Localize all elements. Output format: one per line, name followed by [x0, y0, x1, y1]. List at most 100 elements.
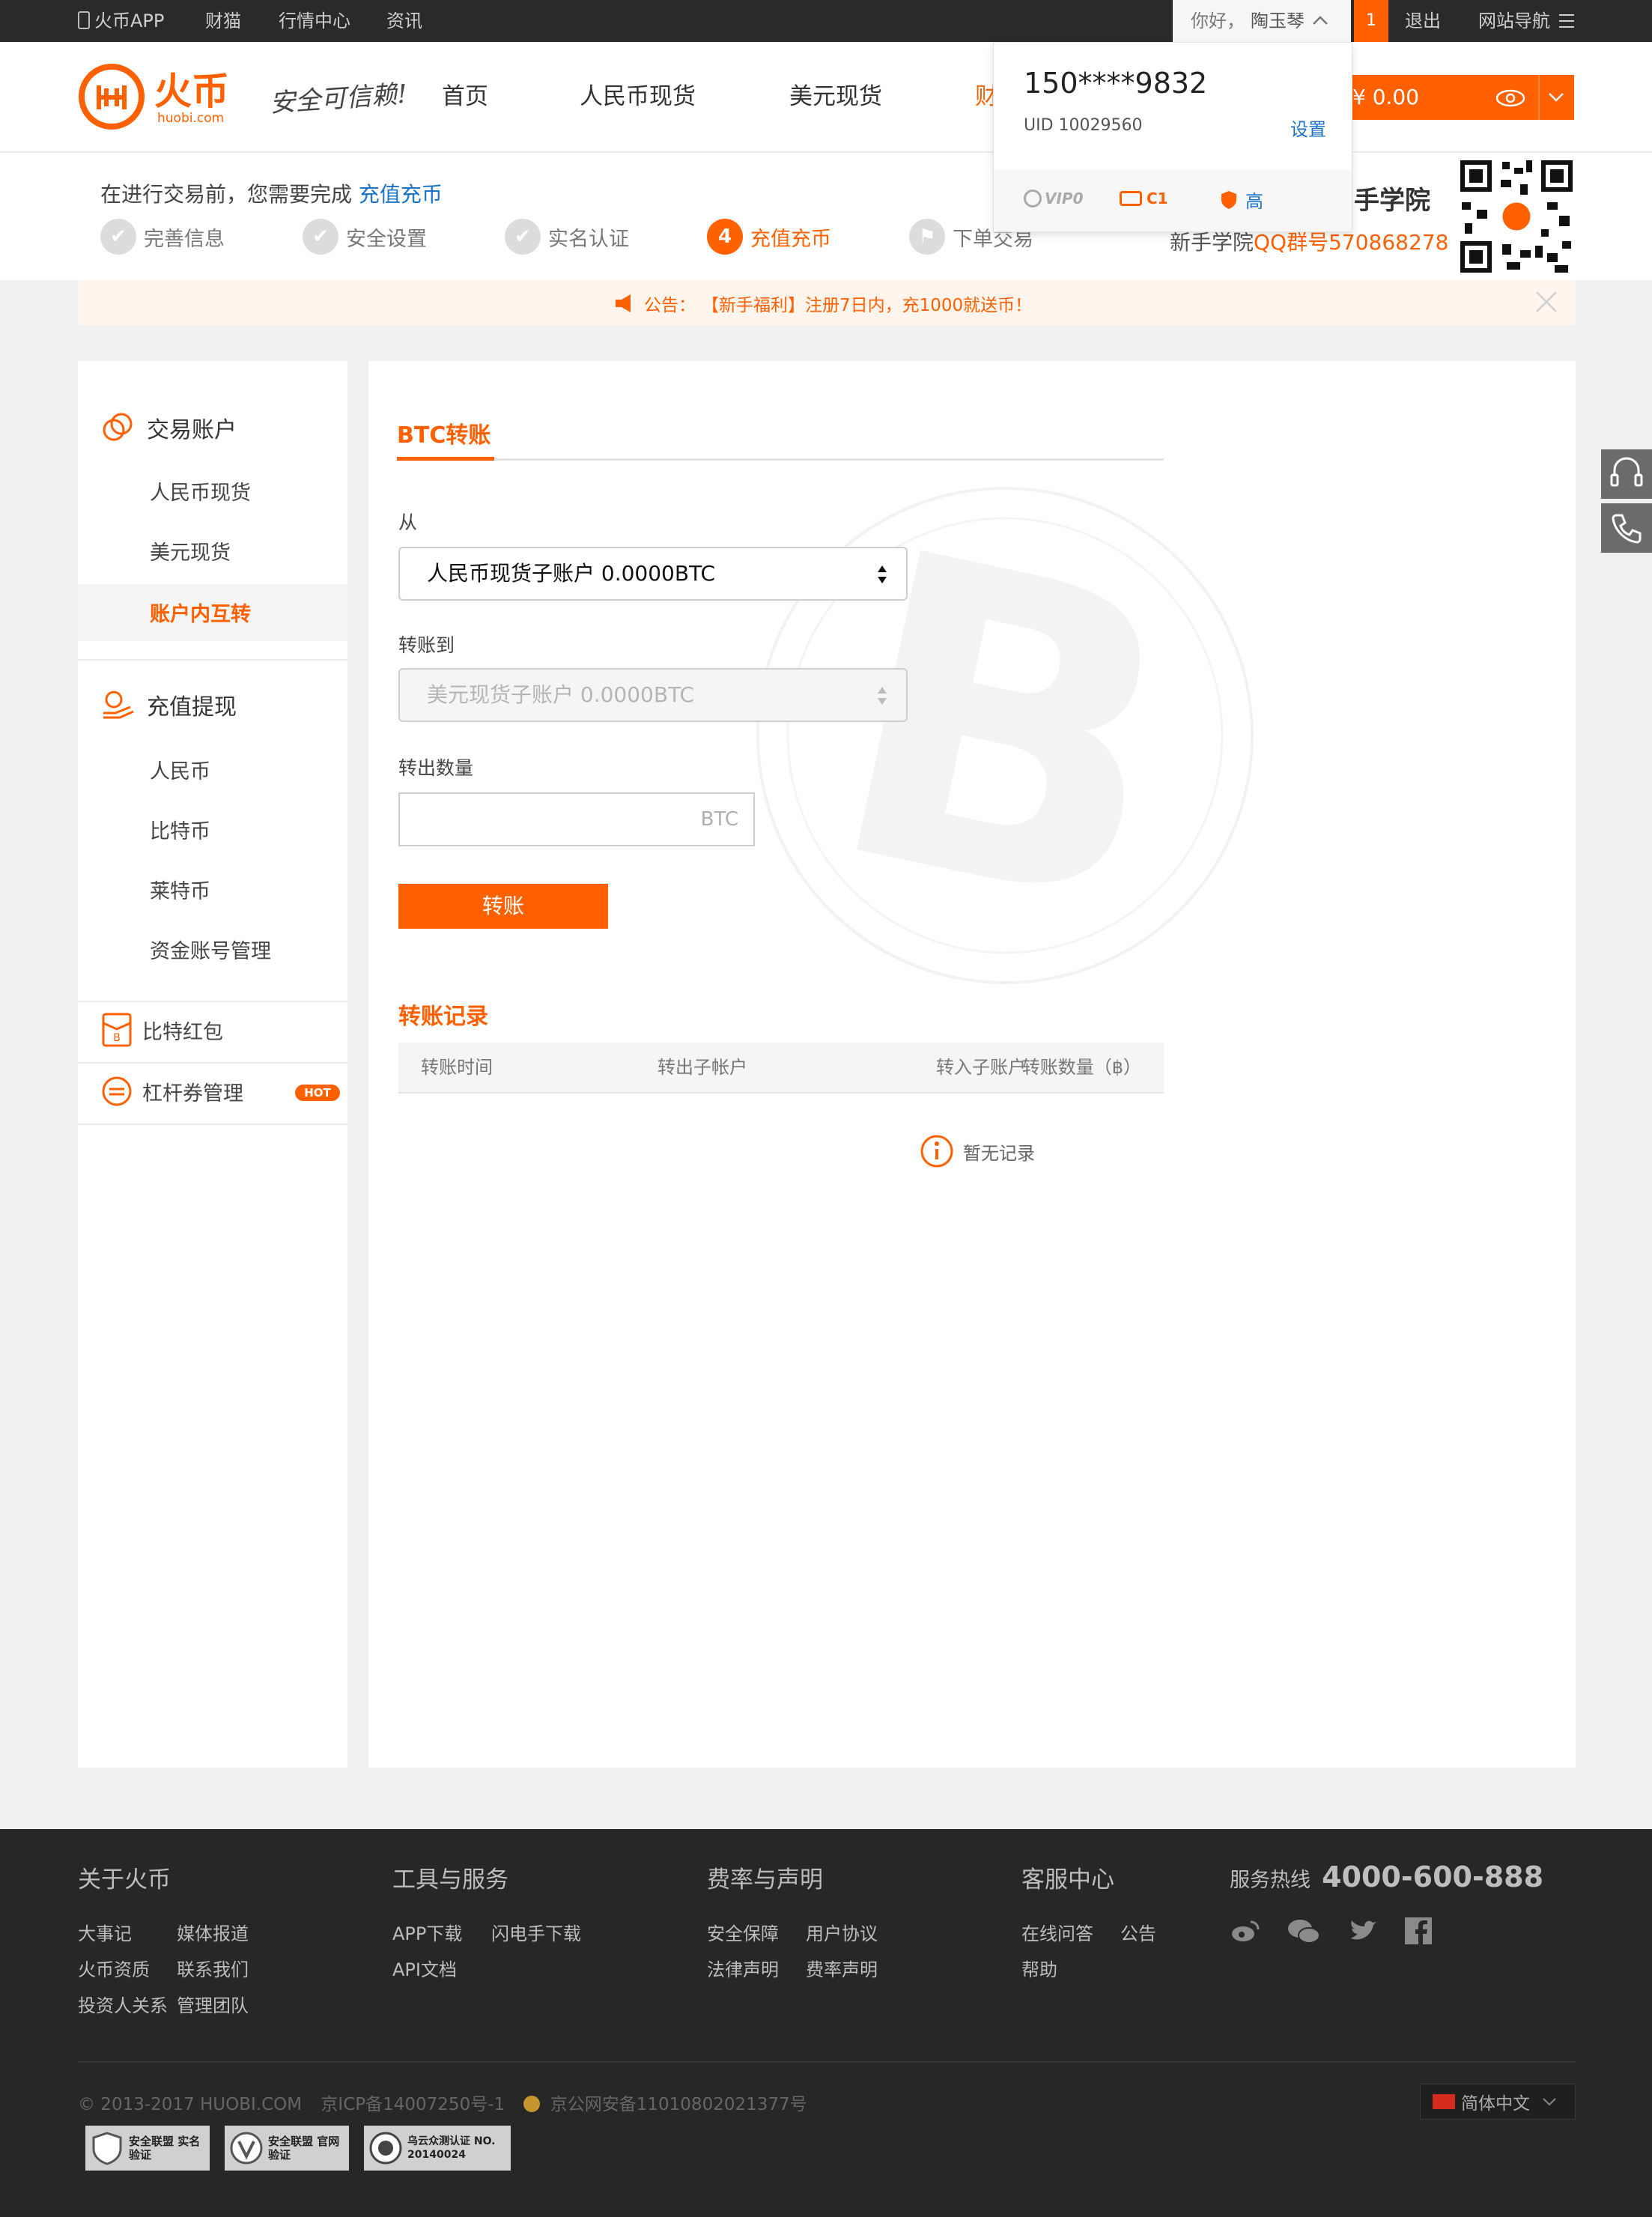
records-title: 转账记录 [398, 1004, 488, 1030]
footer-link[interactable]: 在线问答 [1021, 1919, 1093, 1945]
footer-link[interactable]: 投资人关系 [78, 1991, 168, 2017]
footer-link[interactable]: 用户协议 [806, 1919, 878, 1945]
sidebar-section-deposit: 充值提现 [100, 688, 237, 722]
footer-link[interactable]: 火币资质 [78, 1955, 150, 1981]
logout-link[interactable]: 退出 [1405, 0, 1441, 42]
eye-icon[interactable] [1495, 88, 1526, 108]
phone-call-button[interactable] [1601, 503, 1652, 553]
huobi-logo[interactable] [78, 63, 145, 130]
step-security[interactable]: ✔ 安全设置 [303, 219, 427, 255]
from-account-select[interactable]: 人民币现货子账户 0.0000BTC [398, 547, 908, 601]
footer-link[interactable]: 法律声明 [707, 1955, 779, 1981]
footer-link[interactable]: 帮助 [1021, 1955, 1057, 1981]
balance-value: ¥ 0.00 [1352, 85, 1420, 109]
settings-link[interactable]: 设置 [1290, 115, 1326, 141]
ticket-icon [1120, 191, 1142, 206]
sidebar-item-leverage[interactable]: 杠杆券管理 [100, 1074, 243, 1108]
footer-link[interactable]: 联系我们 [177, 1955, 249, 1981]
shield-icon [1221, 190, 1236, 209]
footer-link[interactable]: 管理团队 [177, 1991, 249, 2017]
to-account-select[interactable]: 美元现货子账户 0.0000BTC [398, 668, 908, 722]
to-account-value: 美元现货子账户 0.0000BTC [427, 682, 695, 707]
footer-link[interactable]: 公告 [1120, 1919, 1156, 1945]
huobi-logo-icon [79, 64, 145, 130]
wechat-icon[interactable] [1287, 1917, 1321, 1944]
nav-cny-spot[interactable]: 人民币现货 [580, 42, 696, 151]
message-count-badge[interactable]: 1 [1354, 0, 1388, 42]
footer-link[interactable]: 媒体报道 [177, 1919, 249, 1945]
sidebar-item-btc[interactable]: 比特币 [150, 815, 210, 844]
hot-badge: HOT [295, 1085, 340, 1101]
security-level[interactable]: 高 [1220, 186, 1263, 213]
footer-heading-about: 关于火币 [78, 1866, 171, 1893]
trust-badge-wooyun[interactable]: 乌云众测认证 NO. 20140024 [364, 2126, 511, 2171]
hint-link[interactable]: 充值充币 [359, 182, 443, 207]
facebook-icon[interactable] [1405, 1917, 1432, 1944]
sidebar-item-red-packet[interactable]: B 比特红包 [100, 1013, 223, 1047]
site-nav-link[interactable]: 网站导航 [1478, 0, 1574, 42]
hotline: 服务热线 4000-600-888 [1230, 1860, 1543, 1893]
column-header: 转账数量（฿） [1021, 1057, 1141, 1078]
close-icon[interactable] [1534, 289, 1559, 315]
sidebar-item-cny[interactable]: 人民币 [150, 755, 210, 784]
step-verification[interactable]: ✔ 实名认证 [505, 219, 629, 255]
phone-call-icon [1612, 514, 1642, 544]
credit-label: C1 [1147, 189, 1168, 207]
academy-title[interactable]: 手学院 [1354, 180, 1430, 216]
trust-badge-realname[interactable]: 安全联盟 实名验证 [85, 2126, 210, 2171]
sidebar-item-ltc[interactable]: 莱特币 [150, 875, 210, 904]
credit-level[interactable]: C1 [1120, 189, 1168, 207]
icp-number[interactable]: 京ICP备14007250号-1 [321, 2095, 505, 2114]
footer-link[interactable]: 大事记 [78, 1919, 132, 1945]
app-link-label: 火币APP [94, 10, 165, 31]
footer-link[interactable]: 安全保障 [707, 1919, 779, 1945]
coupon-icon [102, 1076, 132, 1106]
topbar-link-caimao[interactable]: 财猫 [205, 0, 241, 42]
sidebar-item-internal-transfer[interactable]: 账户内互转 [78, 584, 347, 641]
language-select[interactable]: 简体中文 [1420, 2084, 1576, 2120]
transfer-button[interactable]: 转账 [398, 884, 608, 929]
topbar-link-news[interactable]: 资讯 [386, 0, 422, 42]
trust-badge-official[interactable]: 安全联盟 官网验证 [225, 2126, 349, 2171]
phone-icon [78, 11, 90, 29]
footer-link[interactable]: APP下载 [392, 1919, 462, 1945]
select-arrows-icon [878, 565, 887, 583]
user-phone: 150****9832 [1024, 67, 1208, 100]
flag-icon: ⚑ [909, 219, 945, 255]
user-dropdown: 150****9832 UID 10029560 设置 VIP0 C1 高 [993, 42, 1352, 232]
chevron-down-icon[interactable] [1547, 91, 1565, 103]
onboarding-hint: 在进行交易前，您需要完成 充值充币 [100, 178, 443, 208]
page-title: BTC转账 [397, 422, 491, 449]
nav-usd-spot[interactable]: 美元现货 [789, 42, 882, 151]
check-icon: ✔ [100, 219, 136, 255]
footer-heading-tools: 工具与服务 [392, 1866, 508, 1893]
topbar-link-market[interactable]: 行情中心 [279, 0, 350, 42]
twitter-icon[interactable] [1348, 1917, 1378, 1944]
vip-level[interactable]: VIP0 [1024, 189, 1084, 207]
police-record[interactable]: 京公网安备11010802021377号 [550, 2095, 807, 2114]
sidebar-item-usd-spot[interactable]: 美元现货 [150, 536, 231, 565]
sidebar-item-cny-spot[interactable]: 人民币现货 [150, 476, 251, 506]
sidebar-item-fund-account[interactable]: 资金账号管理 [150, 935, 271, 964]
footer-link[interactable]: API文档 [392, 1955, 457, 1981]
announcement[interactable]: 公告： 【新手福利】注册7日内，充1000就送币！ [614, 291, 1032, 316]
customer-service-button[interactable] [1601, 449, 1652, 499]
balance-widget[interactable]: ¥ 0.00 [1340, 75, 1574, 120]
column-header: 转出子帐户 [658, 1057, 747, 1078]
footer-link[interactable]: 闪电手下载 [491, 1919, 581, 1945]
menu-icon [1558, 14, 1574, 28]
chevron-down-icon [1543, 2098, 1556, 2106]
step-complete-info[interactable]: ✔ 完善信息 [100, 219, 225, 255]
headset-icon [1610, 457, 1643, 487]
footer-link[interactable]: 费率声明 [806, 1955, 878, 1981]
user-greeting-toggle[interactable]: 你好， 陶玉琴 [1173, 0, 1351, 42]
weibo-icon[interactable] [1230, 1917, 1260, 1944]
vip-icon [1024, 189, 1042, 207]
step-deposit-active[interactable]: 4 充值充币 [707, 219, 831, 255]
app-link[interactable]: 火币APP [78, 0, 164, 42]
nav-home[interactable]: 首页 [442, 42, 488, 151]
footer-heading-support: 客服中心 [1021, 1866, 1114, 1893]
amount-input[interactable]: BTC [398, 792, 755, 846]
sidebar: 交易账户 人民币现货 美元现货 账户内互转 充值提现 人民币 比特币 莱特币 资… [78, 361, 347, 1768]
column-header: 转账时间 [421, 1057, 493, 1078]
